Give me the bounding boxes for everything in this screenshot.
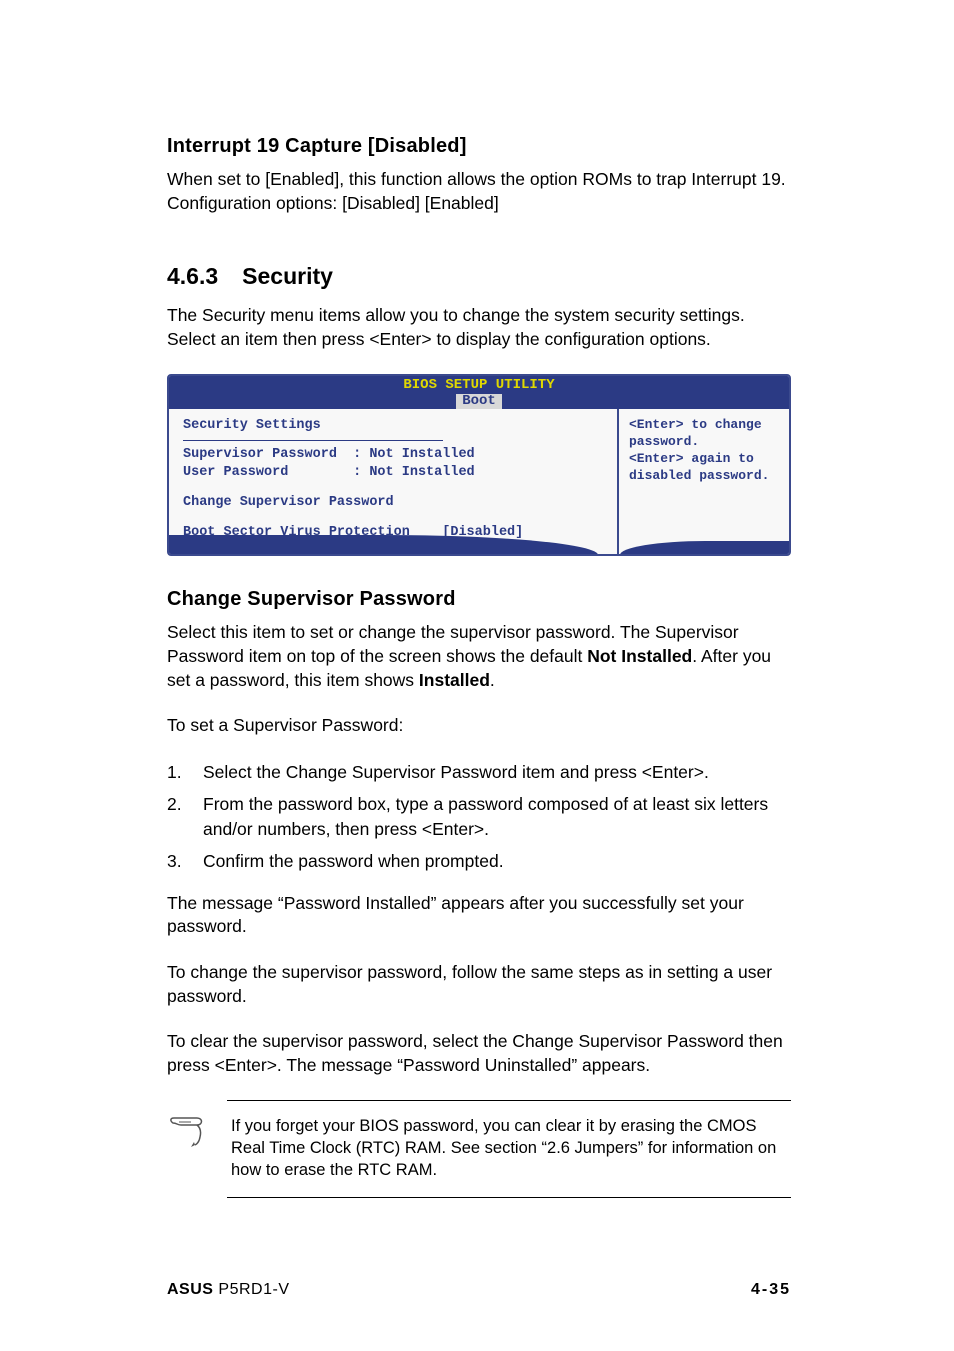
list-item: 3. Confirm the password when prompted. [167, 849, 791, 874]
bios-tab-boot: Boot [456, 394, 502, 409]
bios-left-panel: Security Settings Supervisor Password : … [169, 409, 619, 554]
interrupt-19-heading: Interrupt 19 Capture [Disabled] [167, 135, 791, 158]
bios-change-supervisor-password: Change Supervisor Password [183, 494, 603, 512]
interrupt-19-body: When set to [Enabled], this function all… [167, 168, 791, 215]
bios-help-panel: <Enter> to change password. <Enter> agai… [619, 409, 789, 554]
change-supervisor-password-p1: Select this item to set or change the su… [167, 621, 791, 692]
text-bold-fragment: Installed [419, 670, 490, 690]
list-text: From the password box, type a password c… [203, 792, 791, 841]
list-number: 2. [167, 792, 203, 841]
list-item: 1. Select the Change Supervisor Password… [167, 760, 791, 785]
bios-user-password-row: User Password : Not Installed [183, 464, 603, 482]
bios-separator [183, 440, 443, 441]
to-set-supervisor-password: To set a Supervisor Password: [167, 714, 791, 738]
security-heading: 4.6.3 Security [167, 263, 791, 290]
list-item: 2. From the password box, type a passwor… [167, 792, 791, 841]
bios-title: BIOS SETUP UTILITY [169, 378, 789, 393]
bios-security-settings-label: Security Settings [183, 417, 603, 435]
note-block: If you forget your BIOS password, you ca… [227, 1100, 791, 1199]
footer-brand-name: ASUS [167, 1281, 213, 1298]
footer-page-number: 4-35 [751, 1281, 791, 1299]
bios-header: BIOS SETUP UTILITY Boot [169, 376, 789, 410]
section-number: 4.6.3 [167, 263, 218, 289]
bios-supervisor-password-row: Supervisor Password : Not Installed [183, 446, 603, 464]
change-supervisor-password-heading: Change Supervisor Password [167, 588, 791, 611]
list-text: Select the Change Supervisor Password it… [203, 760, 709, 785]
page-footer: ASUS P5RD1-V 4-35 [167, 1281, 791, 1299]
note-icon [167, 1115, 207, 1149]
footer-brand: ASUS P5RD1-V [167, 1281, 289, 1299]
bios-screenshot: BIOS SETUP UTILITY Boot Security Setting… [167, 374, 791, 557]
note-text: If you forget your BIOS password, you ca… [231, 1115, 791, 1182]
footer-model: P5RD1-V [218, 1281, 289, 1298]
change-password-steps: To change the supervisor password, follo… [167, 961, 791, 1008]
clear-password-steps: To clear the supervisor password, select… [167, 1030, 791, 1077]
text-fragment: . [490, 670, 495, 690]
security-intro: The Security menu items allow you to cha… [167, 304, 791, 351]
list-number: 3. [167, 849, 203, 874]
text-bold-fragment: Not Installed [587, 646, 692, 666]
list-text: Confirm the password when prompted. [203, 849, 504, 874]
list-number: 1. [167, 760, 203, 785]
password-steps-list: 1. Select the Change Supervisor Password… [167, 760, 791, 874]
section-title: Security [242, 263, 333, 289]
password-installed-msg: The message “Password Installed” appears… [167, 892, 791, 939]
